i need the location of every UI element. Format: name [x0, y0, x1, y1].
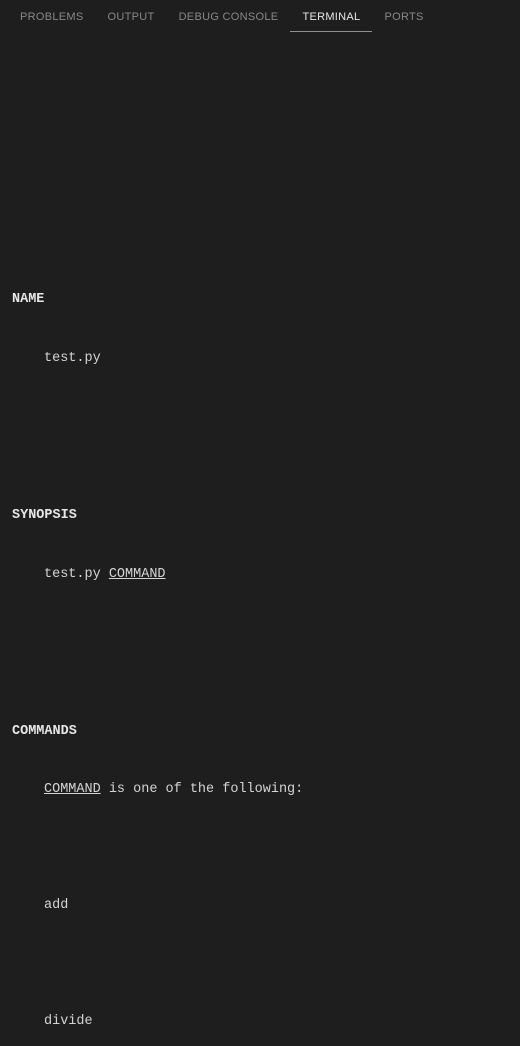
manpage-commands-header: COMMANDS	[12, 722, 508, 742]
manpage-synopsis-line: test.py COMMAND	[12, 565, 508, 585]
tab-problems[interactable]: PROBLEMS	[8, 3, 96, 32]
tab-output[interactable]: OUTPUT	[96, 3, 167, 32]
panel-tabs: PROBLEMS OUTPUT DEBUG CONSOLE TERMINAL P…	[0, 0, 520, 35]
tab-ports[interactable]: PORTS	[372, 3, 435, 32]
tab-terminal[interactable]: TERMINAL	[290, 3, 372, 32]
command-item-add: add	[12, 896, 508, 916]
manpage-name-value: test.py	[12, 349, 508, 369]
manpage-name-header: NAME	[12, 290, 508, 310]
tab-debug-console[interactable]: DEBUG CONSOLE	[167, 3, 291, 32]
command-item-divide: divide	[12, 1012, 508, 1032]
manpage-commands-intro: COMMAND is one of the following:	[12, 780, 508, 800]
terminal-output[interactable]: NAME test.py SYNOPSIS test.py COMMAND CO…	[0, 35, 520, 1046]
manpage-synopsis-command: COMMAND	[109, 567, 166, 582]
